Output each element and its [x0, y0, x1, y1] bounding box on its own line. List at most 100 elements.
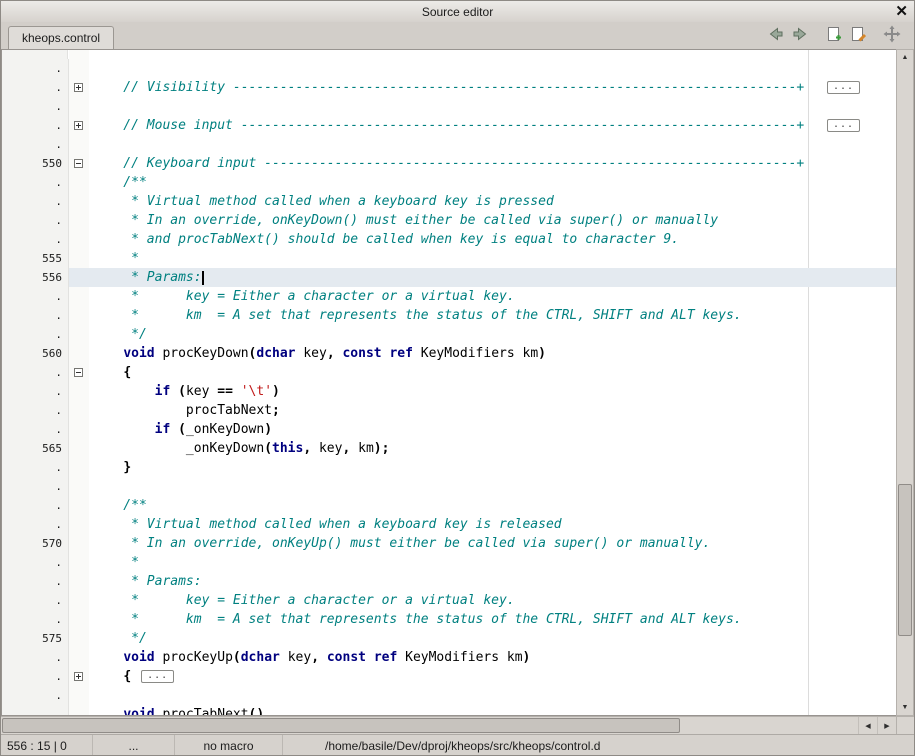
- vertical-scroll-thumb[interactable]: [898, 484, 912, 636]
- nav-forward-button[interactable]: [788, 25, 812, 47]
- code-line[interactable]: . *: [2, 553, 896, 572]
- code-line[interactable]: . /**: [2, 173, 896, 192]
- fold-expand-icon[interactable]: [74, 121, 83, 130]
- code-text: [89, 97, 896, 116]
- code-line[interactable]: .: [2, 59, 896, 78]
- fold-gutter-cell: [69, 97, 89, 116]
- code-text: * km = A set that represents the status …: [89, 610, 896, 629]
- code-text: * Params:: [89, 572, 896, 591]
- line-number: .: [2, 192, 69, 211]
- line-number: .: [2, 211, 69, 230]
- line-number: .: [2, 477, 69, 496]
- code-line[interactable]: . * key = Either a character or a virtua…: [2, 591, 896, 610]
- code-line[interactable]: . // Visibility ------------------------…: [2, 78, 896, 97]
- code-text: // Keyboard input ----------------------…: [89, 154, 896, 173]
- code-line[interactable]: . {...: [2, 667, 896, 686]
- fold-gutter-cell[interactable]: [69, 78, 89, 97]
- vertical-scrollbar[interactable]: ▲ ▼: [896, 49, 914, 716]
- code-line[interactable]: . * Virtual method called when a keyboar…: [2, 515, 896, 534]
- current-code-line[interactable]: 556 * Params:: [2, 268, 896, 287]
- line-number: .: [2, 306, 69, 325]
- code-text: procTabNext;: [89, 401, 896, 420]
- code-line[interactable]: . if (key == '\t'): [2, 382, 896, 401]
- code-line[interactable]: 550 // Keyboard input ------------------…: [2, 154, 896, 173]
- vertical-scroll-track[interactable]: [897, 65, 913, 700]
- code-line[interactable]: . */: [2, 325, 896, 344]
- code-rows[interactable]: .. // Visibility -----------------------…: [2, 50, 896, 715]
- fold-gutter-cell: [69, 59, 89, 78]
- tab-label: kheops.control: [22, 31, 100, 45]
- code-line[interactable]: . * Virtual method called when a keyboar…: [2, 192, 896, 211]
- nav-back-button[interactable]: [764, 25, 788, 47]
- fold-gutter-cell[interactable]: [69, 667, 89, 686]
- caret-position-panel: 556 : 15 | 0: [1, 735, 93, 756]
- code-line[interactable]: . /**: [2, 496, 896, 515]
- detach-view-button[interactable]: [880, 25, 904, 47]
- code-text: /**: [89, 173, 896, 192]
- macro-status-panel: no macro: [175, 735, 283, 756]
- scroll-left-button[interactable]: ◀: [858, 717, 877, 734]
- fold-gutter-cell[interactable]: [69, 363, 89, 382]
- fold-gutter-cell[interactable]: [69, 116, 89, 135]
- document-new-icon: [825, 25, 843, 48]
- code-line[interactable]: . * key = Either a character or a virtua…: [2, 287, 896, 306]
- fold-gutter-cell: [69, 382, 89, 401]
- fold-gutter-cell: [69, 173, 89, 192]
- code-line[interactable]: . * km = A set that represents the statu…: [2, 610, 896, 629]
- code-line[interactable]: . void procTabNext(): [2, 705, 896, 716]
- code-line[interactable]: . // Mouse input -----------------------…: [2, 116, 896, 135]
- code-line[interactable]: .: [2, 686, 896, 705]
- fold-expand-icon[interactable]: [74, 672, 83, 681]
- line-number: 555: [2, 249, 69, 268]
- code-text: [89, 135, 896, 154]
- hint-panel: ...: [93, 735, 175, 756]
- code-line[interactable]: . void procKeyUp(dchar key, const ref Ke…: [2, 648, 896, 667]
- code-line[interactable]: 570 * In an override, onKeyUp() must eit…: [2, 534, 896, 553]
- code-line[interactable]: . procTabNext;: [2, 401, 896, 420]
- line-number: .: [2, 116, 69, 135]
- code-line[interactable]: . if (_onKeyDown): [2, 420, 896, 439]
- horizontal-scroll-thumb[interactable]: [2, 718, 680, 733]
- line-number: .: [2, 572, 69, 591]
- line-number: .: [2, 553, 69, 572]
- fold-collapse-icon[interactable]: [74, 368, 83, 377]
- line-number: .: [2, 648, 69, 667]
- code-line[interactable]: . * In an override, onKeyDown() must eit…: [2, 211, 896, 230]
- code-line[interactable]: 575 */: [2, 629, 896, 648]
- scroll-down-button[interactable]: ▼: [897, 700, 913, 715]
- fold-gutter-cell[interactable]: [69, 154, 89, 173]
- code-line[interactable]: .: [2, 97, 896, 116]
- code-line[interactable]: .: [2, 477, 896, 496]
- line-number: .: [2, 135, 69, 154]
- fold-gutter-cell: [69, 211, 89, 230]
- horizontal-scrollbar[interactable]: ◀ ▶: [1, 716, 914, 734]
- code-line[interactable]: . }: [2, 458, 896, 477]
- fold-gutter-cell: [69, 629, 89, 648]
- line-number: 565: [2, 439, 69, 458]
- line-number: .: [2, 591, 69, 610]
- scroll-right-button[interactable]: ▶: [877, 717, 896, 734]
- horizontal-scroll-track[interactable]: [1, 717, 858, 734]
- folded-code-ellipsis[interactable]: ...: [141, 670, 174, 683]
- titlebar[interactable]: Source editor ✕: [1, 1, 914, 22]
- code-line[interactable]: 560 void procKeyDown(dchar key, const re…: [2, 344, 896, 363]
- code-line[interactable]: 565 _onKeyDown(this, key, km);: [2, 439, 896, 458]
- code-editor[interactable]: .. // Visibility -----------------------…: [1, 49, 896, 716]
- code-line[interactable]: . * and procTabNext() should be called w…: [2, 230, 896, 249]
- code-line[interactable]: . {: [2, 363, 896, 382]
- document-edit-button[interactable]: [846, 25, 870, 47]
- code-line[interactable]: .: [2, 135, 896, 154]
- code-line[interactable]: . * km = A set that represents the statu…: [2, 306, 896, 325]
- fold-collapse-icon[interactable]: [74, 159, 83, 168]
- scroll-up-button[interactable]: ▲: [897, 50, 913, 65]
- line-number: .: [2, 78, 69, 97]
- close-icon[interactable]: ✕: [895, 2, 908, 21]
- folded-code-ellipsis[interactable]: ...: [827, 119, 860, 132]
- code-text: * and procTabNext() should be called whe…: [89, 230, 896, 249]
- folded-code-ellipsis[interactable]: ...: [827, 81, 860, 94]
- code-line[interactable]: 555 *: [2, 249, 896, 268]
- document-new-button[interactable]: [822, 25, 846, 47]
- tab-kheops-control[interactable]: kheops.control: [8, 26, 114, 49]
- fold-expand-icon[interactable]: [74, 83, 83, 92]
- code-line[interactable]: . * Params:: [2, 572, 896, 591]
